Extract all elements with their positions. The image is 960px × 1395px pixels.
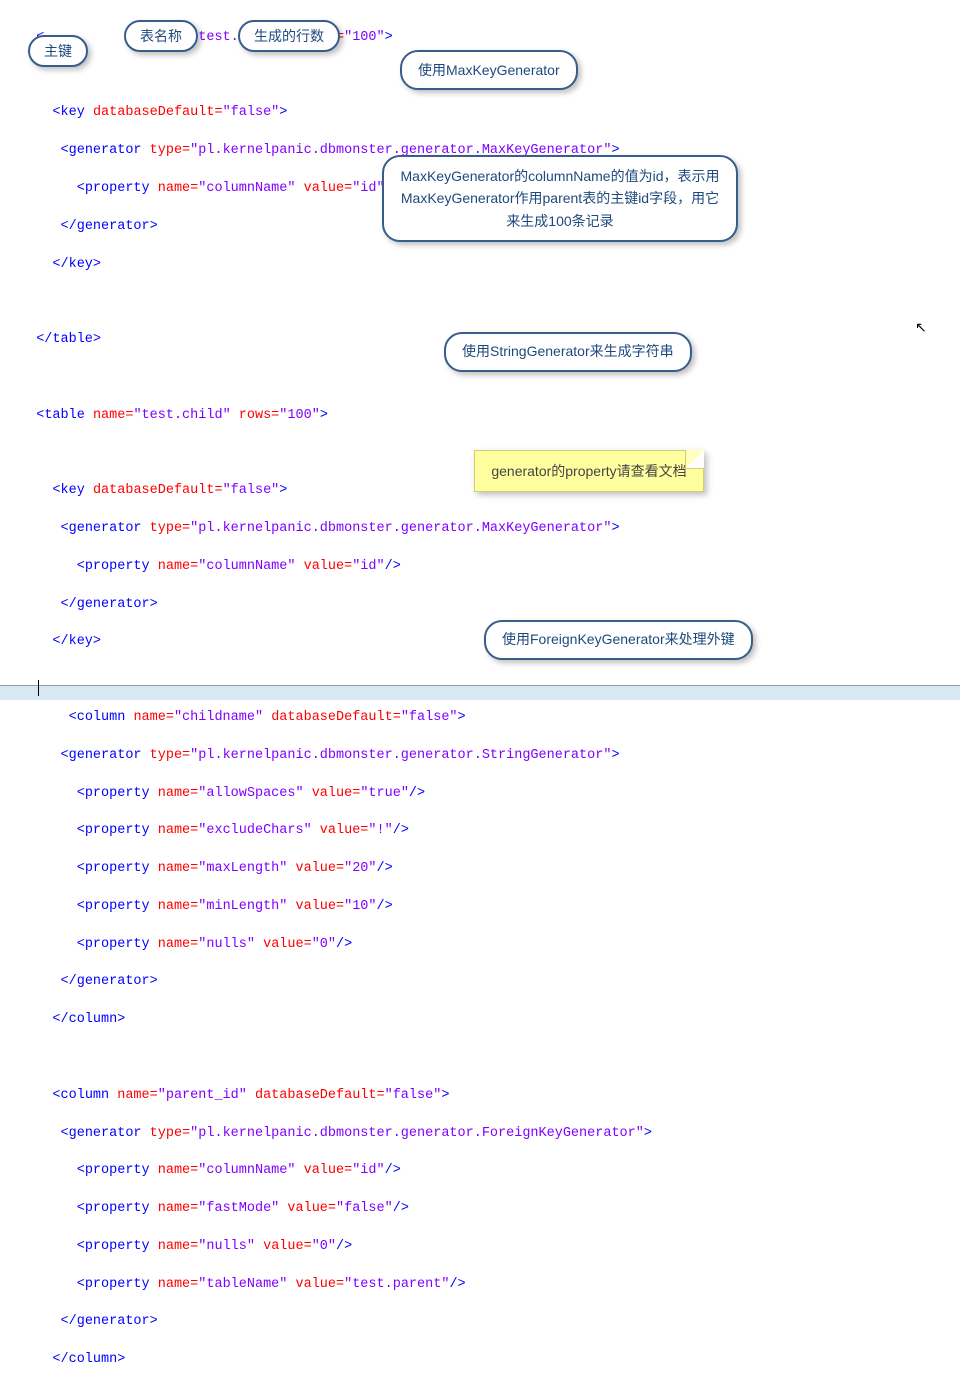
code-line: <property name="excludeChars" value="!"/… [20,822,940,841]
code-line: <property name="maxLength" value="20"/> [20,860,940,879]
code-line: <property name="minLength" value="10"/> [20,898,940,917]
code-line: </key> [20,256,940,275]
code-line: <column name="childname" databaseDefault… [20,709,940,728]
callout-use-stringgen: 使用StringGenerator来生成字符串 [444,332,692,372]
callout-maxkey-explain: MaxKeyGenerator的columnName的值为id，表示用MaxKe… [382,155,738,242]
callout-use-foreignkey: 使用ForeignKeyGenerator来处理外键 [484,620,753,660]
code-line: <column name="parent_id" databaseDefault… [20,1087,940,1106]
code-line: <property name="columnName" value="id"/> [20,1162,940,1181]
code-line: <property name="columnName" value="id"/> [20,558,940,577]
code-line: <property name="tableName" value="test.p… [20,1276,940,1295]
code-line: </column> [20,1011,940,1030]
label-table-name: 表名称 [124,20,198,52]
code-line: </generator> [20,973,940,992]
code-line: <property name="nulls" value="0"/> [20,1238,940,1257]
label-primary-key: 主键 [28,35,88,67]
code-line [20,1049,940,1068]
code-line [20,369,940,388]
label-row-count: 生成的行数 [238,20,340,52]
code-line: <table name="test.child" rows="100"> [20,407,940,426]
sticky-note: generator的property请查看文档 [474,450,704,492]
code-line: <generator type="pl.kernelpanic.dbmonste… [20,520,940,539]
text-cursor [38,680,39,696]
code-line: <property name="nulls" value="0"/> [20,936,940,955]
code-line: </generator> [20,596,940,615]
code-line: </key> [20,633,940,652]
code-line: <property name="fastMode" value="false"/… [20,1200,940,1219]
code-line: <key databaseDefault="false"> [20,104,940,123]
sticky-fold-icon [685,450,704,469]
code-line: </generator> [20,1313,940,1332]
editor-footer-bar [0,685,960,700]
callout-use-maxkey: 使用MaxKeyGenerator [400,50,578,90]
code-line: <generator type="pl.kernelpanic.dbmonste… [20,747,940,766]
code-line: <generator type="pl.kernelpanic.dbmonste… [20,1125,940,1144]
cursor-icon: ↖ [915,320,927,337]
code-line: <property name="allowSpaces" value="true… [20,785,940,804]
code-line: </column> [20,1351,940,1370]
code-line [20,293,940,312]
